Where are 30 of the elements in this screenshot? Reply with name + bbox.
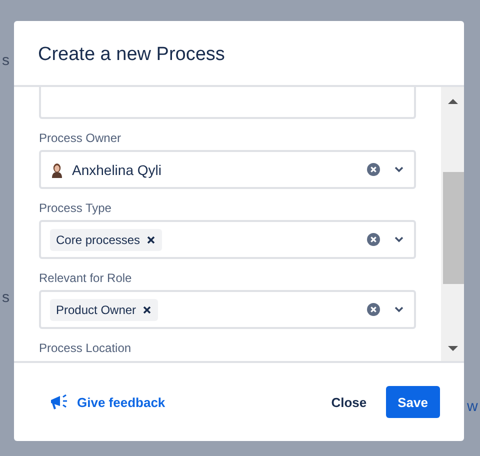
dialog-title: Create a new Process — [38, 44, 225, 66]
avatar-icon — [50, 162, 64, 178]
chevron-down-icon[interactable] — [394, 306, 404, 313]
chevron-down-icon[interactable] — [394, 166, 404, 173]
clear-icon[interactable] — [367, 303, 380, 316]
megaphone-icon — [50, 394, 70, 410]
clear-icon[interactable] — [367, 163, 380, 176]
field-label: Process Location — [39, 341, 132, 356]
chevron-down-icon[interactable] — [394, 236, 404, 243]
background-text: s — [2, 52, 10, 69]
field-label: Process Type — [39, 201, 112, 216]
remove-icon[interactable] — [147, 236, 156, 244]
give-feedback-link[interactable]: Give feedback — [50, 394, 166, 410]
close-button[interactable]: Close — [320, 386, 378, 418]
scroll-up-icon[interactable] — [446, 97, 458, 105]
tag-label: Core processes — [56, 232, 140, 246]
scroll-down-icon[interactable] — [446, 345, 458, 353]
scrollbar[interactable] — [441, 87, 464, 361]
field-label: Relevant for Role — [39, 271, 133, 286]
select-field[interactable]: Product Owner — [39, 290, 416, 329]
select-field[interactable]: Core processes — [39, 220, 416, 259]
save-button[interactable]: Save — [386, 386, 440, 418]
field-label: Process Owner — [39, 131, 122, 146]
user-name: Anxhelina Qyli — [72, 162, 162, 178]
tag-label: Product Owner — [56, 302, 136, 316]
select-field[interactable]: Anxhelina Qyli — [39, 150, 416, 189]
clear-icon[interactable] — [367, 233, 380, 246]
remove-icon[interactable] — [143, 306, 152, 314]
background-text: w — [467, 398, 478, 415]
background-text: s — [2, 289, 10, 306]
